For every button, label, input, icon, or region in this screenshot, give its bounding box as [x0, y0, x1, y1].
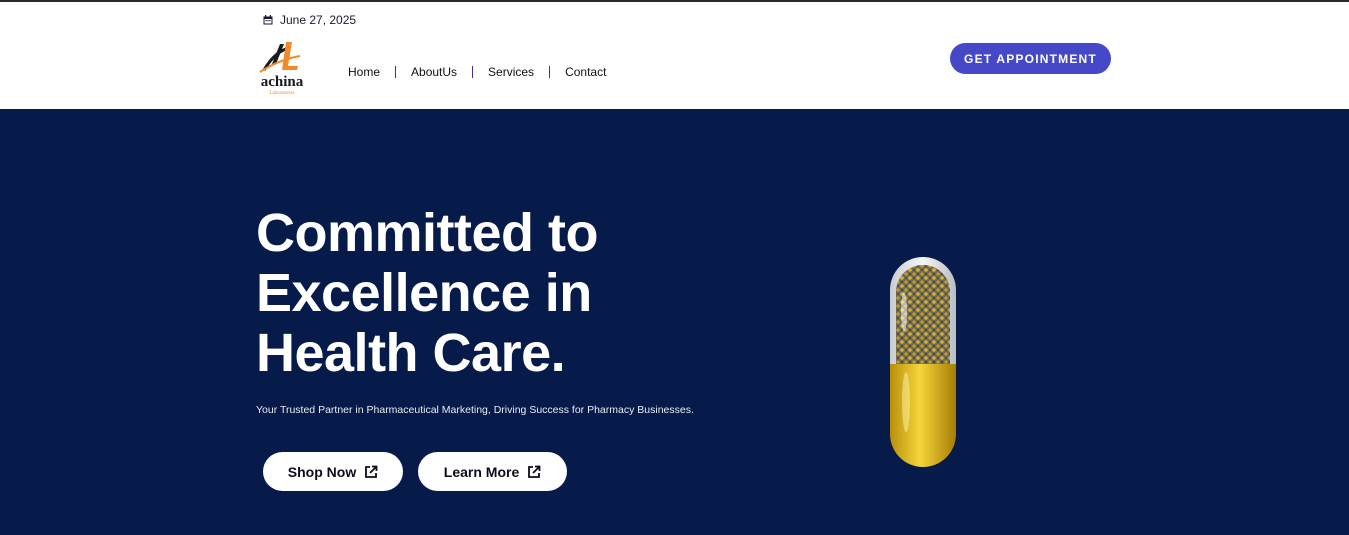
brand-logo[interactable]: achina Laboratories	[254, 40, 310, 96]
external-link-icon	[528, 465, 541, 478]
main-nav: Home AboutUs Services Contact	[340, 65, 614, 79]
nav-item-home[interactable]: Home	[340, 65, 388, 79]
hero-title-line-1: Committed to	[256, 203, 598, 263]
nav-divider	[395, 66, 397, 78]
nav-item-contact[interactable]: Contact	[557, 65, 614, 79]
capsule-icon	[890, 257, 956, 467]
nav-divider	[549, 66, 551, 78]
learn-more-label: Learn More	[443, 463, 520, 480]
shop-now-button[interactable]: Shop Now	[263, 452, 403, 491]
hero-title: Committed to Excellence in Health Care.	[256, 203, 776, 383]
nav-item-aboutus[interactable]: AboutUs	[403, 65, 465, 79]
nav-divider	[472, 66, 474, 78]
date-text: June 27, 2025	[280, 13, 357, 27]
external-link-icon	[365, 465, 378, 478]
site-header: June 27, 2025 achina Laboratories Home A…	[0, 2, 1349, 109]
date-display: June 27, 2025	[263, 13, 356, 27]
get-appointment-button[interactable]: GET APPOINTMENT	[950, 43, 1111, 74]
hero-title-line-2: Excellence in	[256, 263, 592, 323]
shop-now-label: Shop Now	[287, 463, 357, 480]
hero-title-line-3: Health Care.	[256, 323, 566, 383]
hero-section: Committed to Excellence in Health Care. …	[0, 109, 1349, 535]
learn-more-button[interactable]: Learn More	[418, 452, 567, 491]
calendar-icon	[263, 15, 273, 25]
logo-wordmark: achina	[261, 74, 304, 90]
hero-subtitle: Your Trusted Partner in Pharmaceutical M…	[256, 404, 694, 416]
logo-tagline: Laboratories	[269, 91, 294, 96]
nav-item-services[interactable]: Services	[480, 65, 542, 79]
